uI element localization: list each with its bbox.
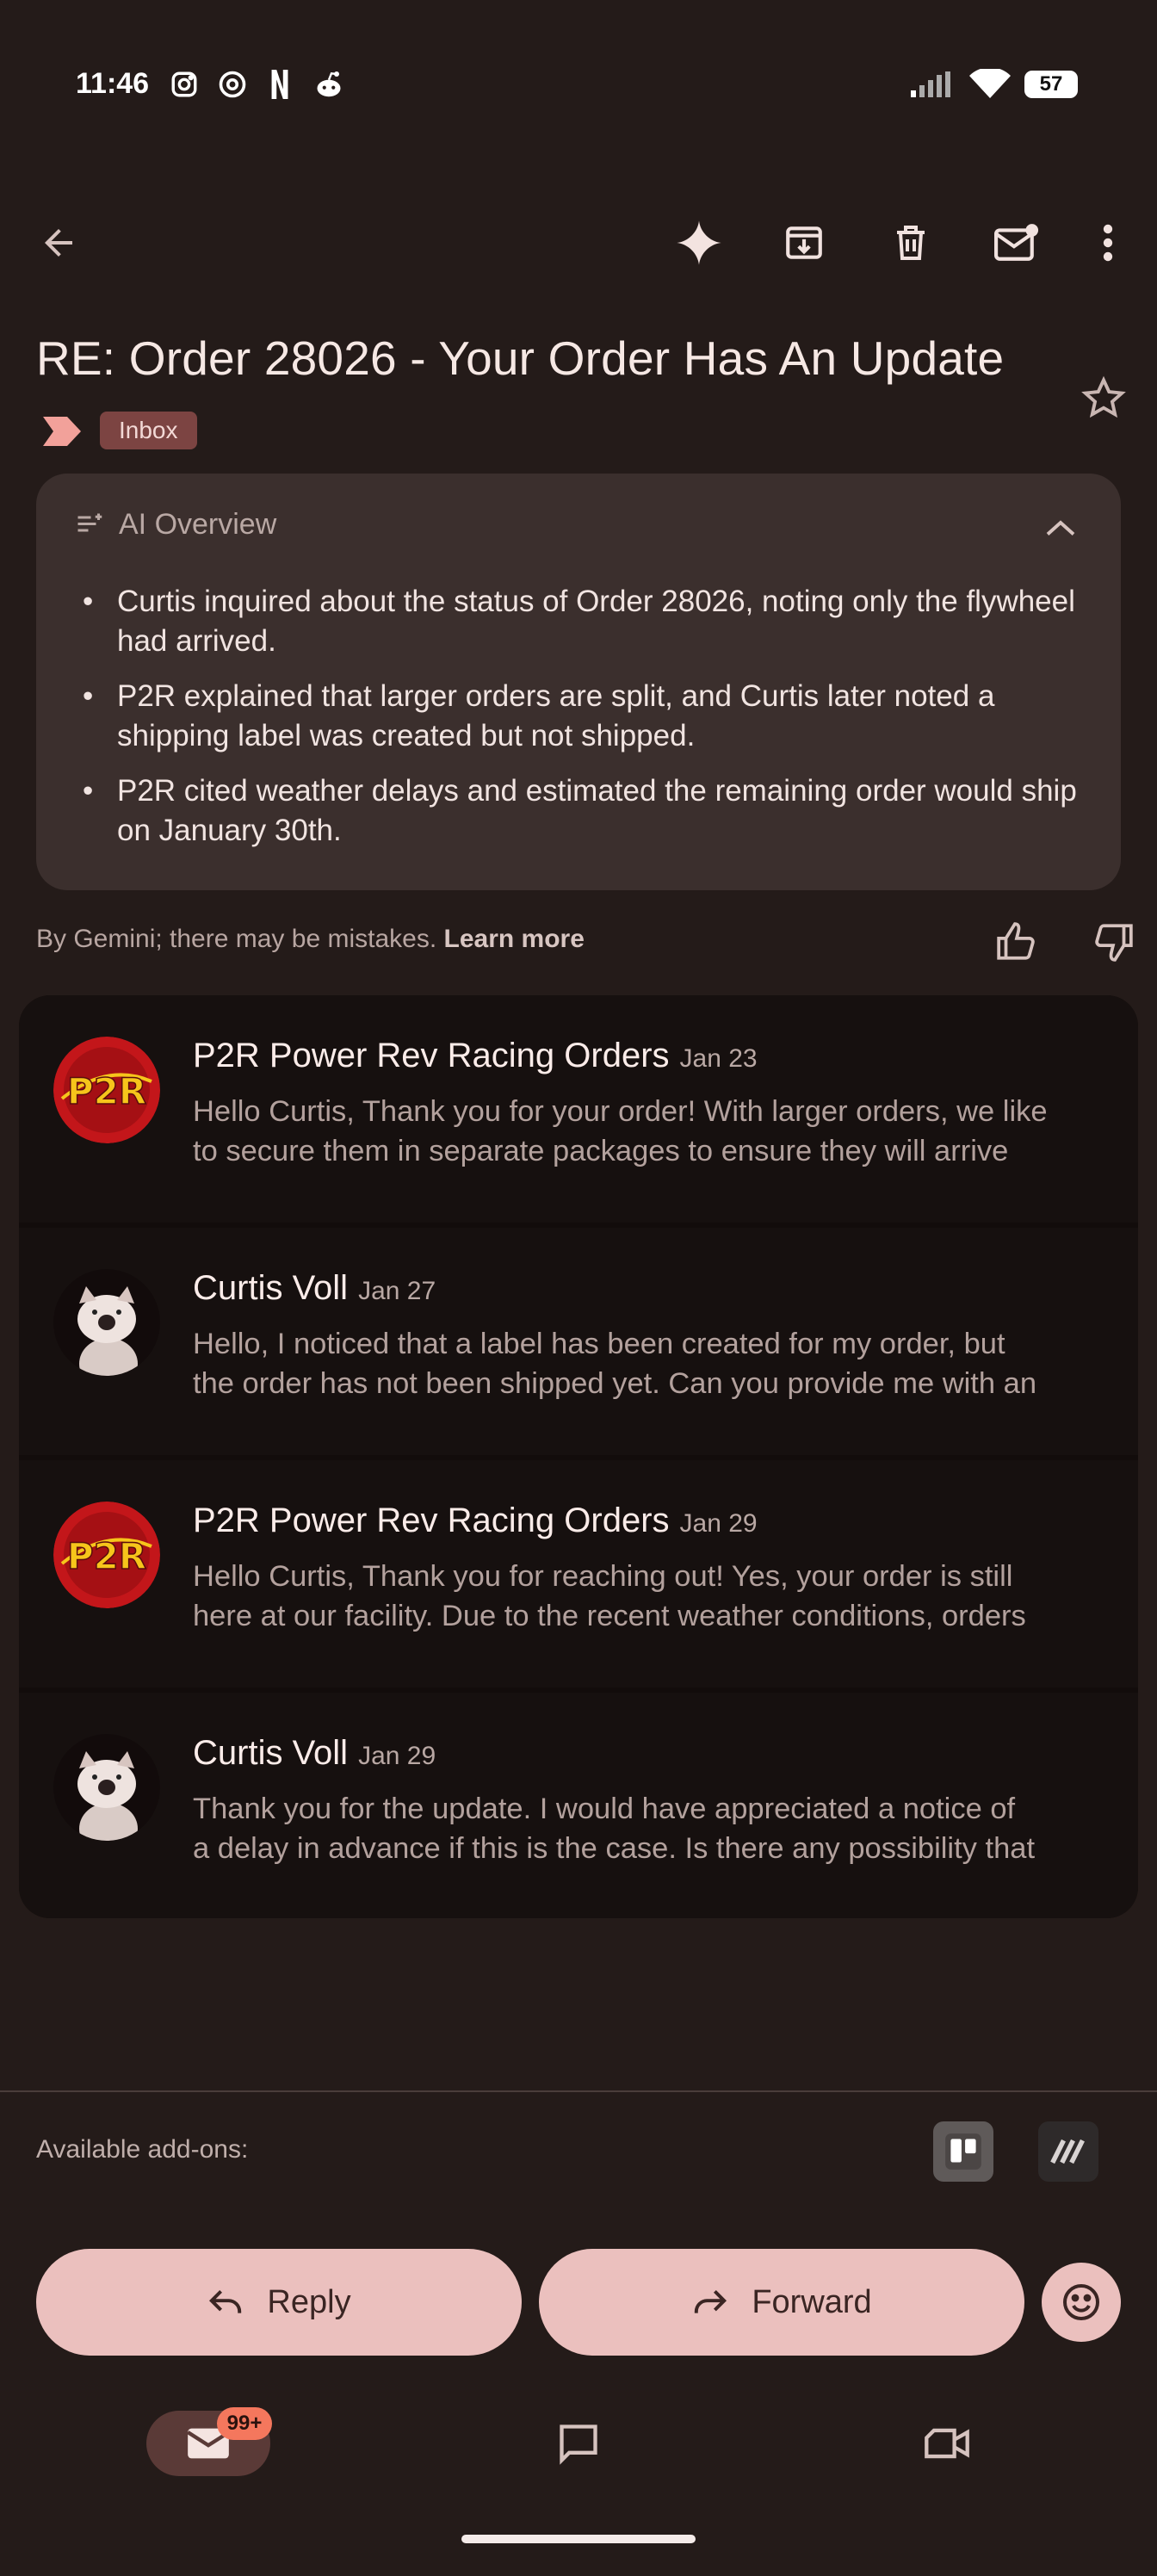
- message-item[interactable]: P2R P2R Power Rev Racing Orders Jan 29 He…: [19, 1460, 1138, 1687]
- archive-button[interactable]: [768, 207, 840, 279]
- svg-text:P2R: P2R: [67, 1535, 146, 1577]
- curtis-avatar: [53, 1269, 160, 1376]
- ai-bullet: • P2R explained that larger orders are sp…: [83, 679, 995, 752]
- ai-bullet: • P2R cited weather delays and estimated …: [83, 774, 1077, 847]
- message-sender: P2R Power Rev Racing Orders Jan 23: [193, 1037, 758, 1074]
- trello-addon-icon[interactable]: [933, 2121, 993, 2182]
- forward-button[interactable]: Forward: [539, 2249, 1024, 2356]
- p2r-avatar: P2R: [53, 1502, 160, 1608]
- back-button[interactable]: [22, 207, 95, 279]
- message-date: Jan 27: [358, 1277, 436, 1305]
- thumbs-up-button[interactable]: [987, 916, 1047, 968]
- reply-icon: [209, 2289, 242, 2313]
- instagram-icon: [167, 69, 201, 100]
- video-camera-icon: [925, 2428, 969, 2459]
- battery-level: 57: [1024, 71, 1078, 98]
- gemini-sparkle-icon[interactable]: [663, 207, 735, 279]
- email-subject: RE: Order 28026 - Your Order Has An Upda…: [36, 331, 1005, 385]
- inbox-label-chip[interactable]: Inbox: [100, 412, 197, 449]
- svg-text:P2R: P2R: [67, 1070, 146, 1112]
- message-date: Jan 23: [679, 1044, 758, 1073]
- message-item[interactable]: Curtis Voll Jan 27 Hello, I noticed that …: [19, 1228, 1138, 1455]
- message-list: P2R P2R Power Rev Racing Orders Jan 23 He…: [19, 995, 1138, 1918]
- star-button[interactable]: [1069, 363, 1138, 432]
- message-sender: Curtis Voll Jan 27: [193, 1269, 436, 1307]
- ai-bullet: • Curtis inquired about the status of Ord…: [83, 585, 1075, 658]
- gemini-disclaimer: By Gemini; there may be mistakes. Learn …: [36, 925, 585, 953]
- ai-overview-bullets: • Curtis inquired about the status of Ord…: [79, 582, 1095, 866]
- nav-meet-tab[interactable]: [914, 2411, 980, 2476]
- message-sender: P2R Power Rev Racing Orders Jan 29: [193, 1502, 758, 1539]
- more-options-button[interactable]: [1073, 207, 1143, 279]
- message-date: Jan 29: [358, 1742, 436, 1770]
- battery-icon: 57: [1021, 69, 1081, 100]
- message-sender: Curtis Voll Jan 29: [193, 1734, 436, 1772]
- summary-lines-icon: [77, 513, 102, 531]
- section-divider: [0, 2090, 1157, 2092]
- p2r-avatar: P2R: [53, 1037, 160, 1143]
- collapse-chevron-icon[interactable]: [1036, 506, 1085, 549]
- home-indicator: [461, 2535, 696, 2543]
- ai-overview-title: AI Overview: [119, 508, 277, 541]
- chat-icon: [560, 2424, 597, 2465]
- importance-marker-icon: [43, 417, 81, 450]
- learn-more-link[interactable]: Learn more: [444, 925, 585, 953]
- delete-button[interactable]: [875, 207, 947, 279]
- forward-icon: [695, 2289, 727, 2313]
- message-snippet: Hello Curtis, Thank you for reaching out…: [193, 1560, 1026, 1632]
- message-snippet: Thank you for the update. I would have a…: [193, 1793, 1036, 1865]
- status-time: 11:46: [76, 67, 150, 100]
- curtis-avatar: [53, 1734, 160, 1841]
- threads-icon: [213, 69, 251, 100]
- unread-count-badge: 99+: [217, 2407, 272, 2440]
- message-item[interactable]: P2R P2R Power Rev Racing Orders Jan 23 He…: [19, 995, 1138, 1223]
- message-item[interactable]: Curtis Voll Jan 29 Thank you for the upda…: [19, 1693, 1138, 1918]
- netflix-icon: [267, 69, 293, 100]
- addons-label: Available add-ons:: [36, 2135, 249, 2164]
- wifi-icon: [968, 69, 1012, 100]
- message-snippet: Hello, I noticed that a label has been c…: [193, 1328, 1037, 1400]
- ai-overview-header[interactable]: AI Overview: [74, 508, 276, 542]
- message-date: Jan 29: [679, 1509, 758, 1538]
- mark-unread-button[interactable]: [980, 207, 1052, 279]
- signal-icon: [909, 69, 961, 100]
- thumbs-down-button[interactable]: [1083, 916, 1143, 968]
- emoji-reaction-button[interactable]: [1042, 2263, 1121, 2342]
- nav-chat-tab[interactable]: [546, 2411, 611, 2476]
- reddit-icon: [310, 69, 348, 100]
- reply-button[interactable]: Reply: [36, 2249, 522, 2356]
- message-snippet: Hello Curtis, Thank you for your order! …: [193, 1095, 1048, 1167]
- addon-icon[interactable]: [1038, 2121, 1098, 2182]
